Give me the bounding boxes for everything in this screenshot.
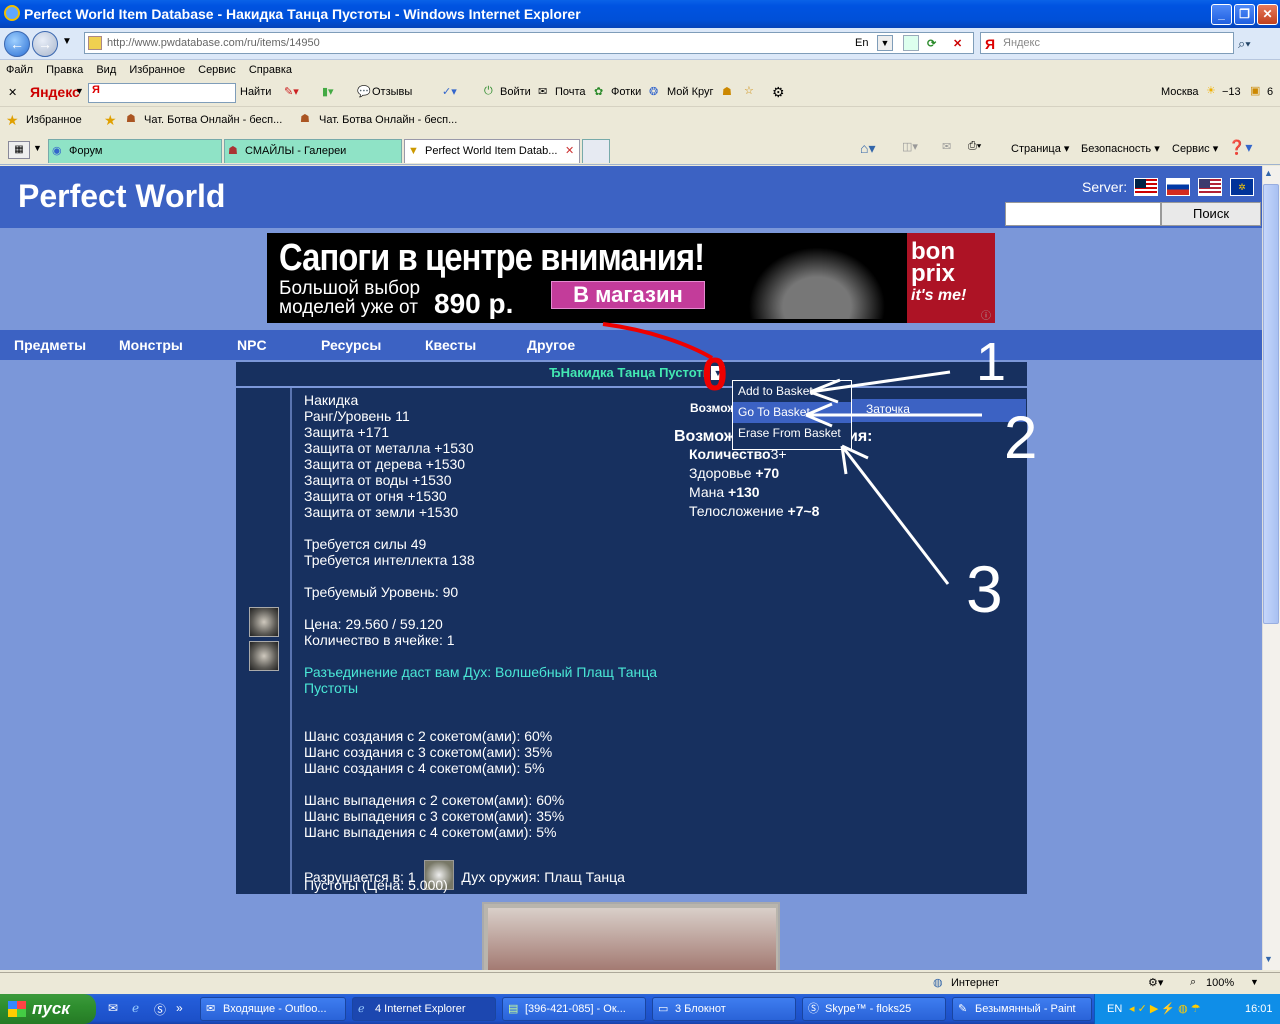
zoom-dropdown-icon[interactable]: ▼ — [1250, 977, 1259, 987]
annotation-3: 3 — [966, 552, 1003, 626]
arrow-2 — [805, 402, 982, 428]
task-paint[interactable]: ✎ Безымянный - Paint — [952, 997, 1092, 1021]
red-arrow-stroke — [602, 322, 714, 360]
task-outlook-icon: ✉ — [206, 1003, 216, 1015]
zoom-icon: ⌕ — [1190, 976, 1197, 988]
task-ok-icon: ▤ — [508, 1003, 519, 1015]
windows-logo-icon — [8, 1001, 26, 1017]
protected-mode-icon[interactable]: ⚙▾ — [1148, 976, 1163, 989]
start-label: пуск — [32, 999, 70, 1018]
internet-zone-icon: ◍ — [933, 977, 943, 989]
task-paint-icon: ✎ — [958, 1003, 968, 1015]
annotation-2: 2 — [1004, 404, 1037, 471]
quicklaunch-ie-icon[interactable]: ℯ — [132, 1001, 139, 1015]
task-skype-label: Skype™ - floks25 — [825, 1003, 912, 1015]
task-ok[interactable]: ▤ [396-421-085] - Ок... — [502, 997, 646, 1021]
taskbar: пуск ✉ ℯ Ⓢ » ✉ Входящие - Outloo... ℯ 4 In… — [0, 994, 1280, 1024]
status-bar: ◍ Интернет ⚙▾ ⌕ 100% ▼ — [0, 972, 1280, 994]
system-tray: EN ◂ ✓ ▶ ⚡ ◍ ☂ 16:01 — [1094, 994, 1280, 1024]
task-ie-icon: ℯ — [358, 1003, 365, 1015]
task-ie[interactable]: ℯ 4 Internet Explorer — [352, 997, 496, 1021]
start-button[interactable]: пуск — [0, 994, 96, 1024]
internet-zone: Интернет — [951, 977, 999, 989]
quicklaunch-more-icon[interactable]: » — [176, 1001, 183, 1015]
tray-icons[interactable]: ◂ ✓ ▶ ⚡ ◍ ☂ — [1129, 994, 1201, 1024]
arrow-1 — [809, 370, 951, 404]
task-ok-label: [396-421-085] - Ок... — [525, 1003, 626, 1015]
task-notepad[interactable]: ▭ 3 Блокнот — [652, 997, 796, 1021]
arrow-3 — [840, 444, 950, 585]
annotation-1: 1 — [976, 332, 1006, 392]
input-language[interactable]: EN — [1107, 994, 1122, 1024]
task-paint-label: Безымянный - Paint — [975, 1003, 1076, 1015]
clock[interactable]: 16:01 — [1245, 994, 1273, 1024]
task-skype-icon: Ⓢ — [808, 1003, 819, 1015]
annotation-0: 0 — [702, 348, 728, 400]
task-outlook[interactable]: ✉ Входящие - Outloo... — [200, 997, 346, 1021]
task-outlook-label: Входящие - Outloo... — [223, 1003, 327, 1015]
task-notepad-icon: ▭ — [658, 1003, 669, 1015]
quicklaunch-outlook-icon[interactable]: ✉ — [108, 1001, 118, 1015]
zoom-level[interactable]: 100% — [1206, 977, 1234, 989]
quicklaunch-skype-icon[interactable]: Ⓢ — [154, 1001, 166, 1018]
annotation-overlay: 0 1 2 3 — [602, 322, 1037, 626]
task-notepad-label: 3 Блокнот — [675, 1003, 726, 1015]
task-skype[interactable]: Ⓢ Skype™ - floks25 — [802, 997, 946, 1021]
task-ie-label: 4 Internet Explorer — [375, 1003, 466, 1015]
